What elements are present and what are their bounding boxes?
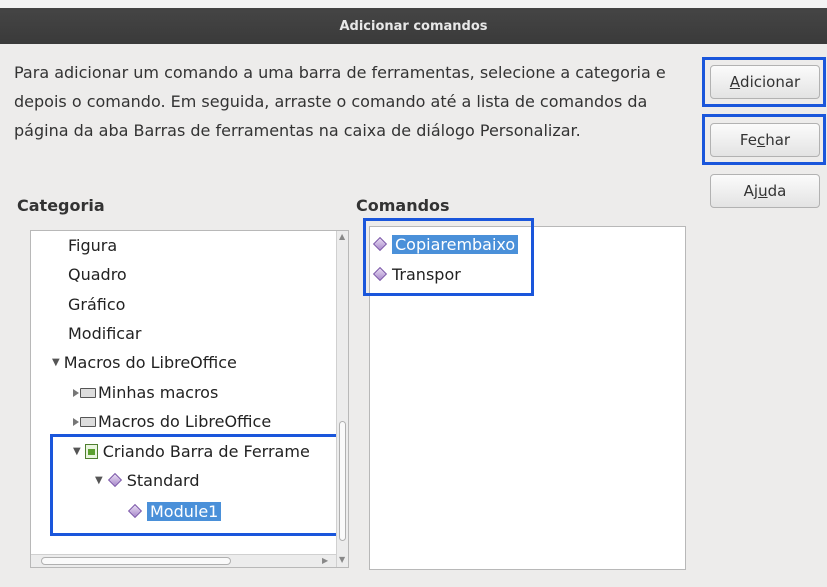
scroll-right-icon[interactable]: ▶ [322, 556, 328, 565]
tree-item[interactable]: ▼ Standard [95, 466, 200, 494]
tree-item[interactable]: Modificar [68, 319, 141, 347]
expanded-arrow-icon[interactable]: ▼ [95, 475, 103, 486]
instructions-text: Para adicionar um comando a uma barra de… [14, 63, 666, 140]
expanded-arrow-icon[interactable]: ▼ [52, 357, 60, 368]
tree-item[interactable]: Quadro [68, 260, 127, 288]
macro-library-icon [73, 387, 96, 398]
background-window-strip [0, 0, 827, 8]
basic-library-icon [107, 472, 122, 488]
vertical-scrollbar[interactable]: ▲ ▼ [336, 231, 348, 567]
tree-item-selected[interactable]: Module1 [127, 497, 222, 525]
module-icon [127, 503, 143, 519]
tree-item[interactable]: Figura [68, 231, 117, 259]
tree-item[interactable]: Gráfico [68, 290, 125, 318]
scroll-down-icon[interactable]: ▼ [339, 555, 345, 564]
macro-library-icon [73, 416, 96, 427]
expanded-arrow-icon[interactable]: ▼ [73, 446, 81, 457]
macro-icon [372, 236, 388, 252]
category-label: Categoria [17, 196, 105, 215]
list-item[interactable]: Transpor [372, 260, 461, 288]
horizontal-scrollbar[interactable]: ▶ [31, 554, 336, 567]
tree-item[interactable]: Macros do LibreOffice [73, 407, 271, 435]
commands-label: Comandos [356, 196, 450, 215]
tree-item[interactable]: Minhas macros [73, 378, 218, 406]
dialog-title: Adicionar comandos [339, 18, 488, 34]
macro-icon [372, 266, 388, 282]
help-button[interactable]: Aj u da [710, 174, 820, 208]
list-item-selected[interactable]: Copiarembaixo [372, 230, 519, 258]
horizontal-scroll-thumb[interactable] [41, 557, 231, 565]
tree-item[interactable]: ▼ Macros do LibreOffice [52, 348, 237, 376]
tree-item[interactable]: ▼ Criando Barra de Ferrame [73, 437, 310, 465]
add-button[interactable]: Adicionar [710, 65, 820, 99]
vertical-scroll-thumb[interactable] [339, 421, 346, 541]
dialog-titlebar: Adicionar comandos [0, 8, 827, 44]
close-button[interactable]: Fe c har [710, 123, 820, 157]
document-icon [84, 443, 98, 459]
scroll-up-icon[interactable]: ▲ [339, 232, 345, 241]
